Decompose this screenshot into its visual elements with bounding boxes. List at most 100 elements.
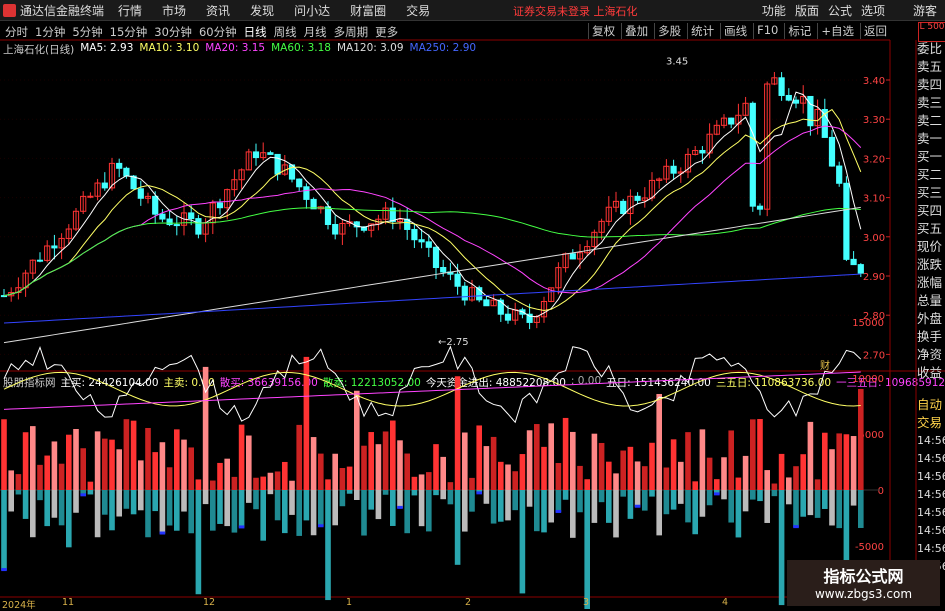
- kline-chart[interactable]: 3.403.303.203.103.002.902.802.703.45←2.7…: [0, 0, 945, 609]
- side-item[interactable]: 净资: [917, 346, 945, 364]
- buy-bar: [778, 453, 785, 490]
- side-item[interactable]: 收益: [917, 364, 945, 382]
- sell-bar: [606, 490, 612, 523]
- sell-bar: [699, 490, 706, 517]
- side-item[interactable]: 卖三: [917, 94, 945, 112]
- candle-body: [728, 117, 735, 125]
- side-item[interactable]: 卖五: [917, 58, 945, 76]
- buy-bar: [822, 432, 828, 490]
- sell-bar: [66, 490, 72, 548]
- sell-bar: [303, 490, 310, 521]
- sell-bar: [454, 490, 461, 565]
- buy-bar: [483, 446, 490, 490]
- buy-bar: [505, 464, 511, 490]
- buy-bar: [800, 454, 806, 490]
- sell-bar: [750, 490, 756, 500]
- sell-bar: [634, 490, 641, 507]
- sell-bar: [807, 490, 814, 516]
- indicator-line: [3, 371, 861, 410]
- side-item[interactable]: 涨幅: [917, 274, 945, 292]
- side-bottom-item[interactable]: 交易: [917, 414, 945, 432]
- sell-bar: [397, 490, 403, 508]
- sell-bar: [692, 490, 698, 535]
- indicator-tick: 10000: [852, 374, 884, 385]
- buy-bar: [130, 420, 137, 490]
- side-time: 14:56: [917, 488, 945, 501]
- price-tick: 2.70: [863, 350, 885, 361]
- buy-bar: [354, 390, 360, 490]
- sell-bar: [310, 490, 317, 536]
- candle-body: [310, 198, 317, 210]
- side-item[interactable]: 换手: [917, 328, 945, 346]
- sell-bar: [174, 490, 180, 531]
- buy-bar: [541, 446, 547, 490]
- sell-bar: [656, 490, 662, 536]
- buy-bar: [217, 462, 223, 490]
- sell-bar: [246, 490, 252, 503]
- side-item[interactable]: 现价: [917, 238, 945, 256]
- side-item[interactable]: 卖二: [917, 112, 945, 130]
- candle-body: [670, 165, 677, 174]
- sell-bar: [123, 490, 130, 509]
- watermark-line1: 指标公式网: [823, 567, 904, 586]
- side-item[interactable]: 涨跌: [917, 256, 945, 274]
- sell-bar: [649, 490, 655, 497]
- sell-bar: [8, 490, 14, 512]
- buy-bar: [80, 448, 86, 490]
- candle-body: [483, 299, 490, 307]
- side-item[interactable]: 卖一: [917, 130, 945, 148]
- side-time: 14:56: [917, 524, 945, 537]
- sell-bar: [418, 490, 425, 527]
- sell-bar: [282, 490, 288, 534]
- side-item[interactable]: 买一: [917, 148, 945, 166]
- fin-label: 财: [820, 359, 830, 372]
- buy-bar: [181, 439, 187, 490]
- sell-bar: [519, 490, 526, 594]
- buy-bar: [260, 476, 266, 490]
- buy-bar: [843, 434, 850, 490]
- candle-body: [785, 94, 792, 101]
- sell-bar: [267, 490, 274, 495]
- sell-bar: [670, 490, 677, 510]
- sell-cap: [476, 491, 482, 495]
- candle-body: [828, 136, 836, 167]
- side-item[interactable]: 买四: [917, 202, 945, 220]
- watermark-line2: www.zbgs3.com: [814, 587, 913, 601]
- side-item[interactable]: 买三: [917, 184, 945, 202]
- candle-body: [296, 178, 303, 188]
- sell-bar: [663, 490, 670, 515]
- date-mark: 3: [583, 597, 590, 608]
- sell-bar: [858, 490, 864, 528]
- candle-body: [857, 264, 864, 274]
- buy-bar: [512, 471, 518, 490]
- sell-bar: [512, 490, 518, 511]
- sell-bar: [195, 490, 202, 595]
- sell-bar: [706, 490, 713, 506]
- sell-bar: [217, 490, 223, 524]
- side-item[interactable]: 外盘: [917, 310, 945, 328]
- watermark: 指标公式网 www.zbgs3.com: [787, 560, 940, 606]
- sell-bar: [562, 490, 569, 500]
- buy-bar: [699, 429, 706, 490]
- buy-bar: [454, 376, 461, 490]
- candle-body: [836, 165, 843, 184]
- buy-bar: [397, 440, 403, 490]
- buy-bar: [210, 480, 216, 490]
- side-bottom-item[interactable]: 自动: [917, 396, 945, 414]
- side-item[interactable]: 买五: [917, 220, 945, 238]
- ma-line: [3, 125, 862, 297]
- side-item[interactable]: 委比: [917, 40, 945, 58]
- sell-bar: [627, 490, 634, 519]
- side-item[interactable]: 买二: [917, 166, 945, 184]
- l-box: L 500: [918, 22, 945, 42]
- candle-body: [778, 77, 785, 96]
- sell-bar: [490, 490, 497, 524]
- side-item[interactable]: 总量: [917, 292, 945, 310]
- buy-bar: [116, 449, 122, 490]
- side-item[interactable]: 卖四: [917, 76, 945, 94]
- date-mark: 4: [722, 597, 729, 608]
- buy-bar: [685, 432, 691, 490]
- sell-bar: [548, 490, 554, 523]
- buy-bar: [433, 444, 439, 490]
- buy-bar: [469, 477, 475, 490]
